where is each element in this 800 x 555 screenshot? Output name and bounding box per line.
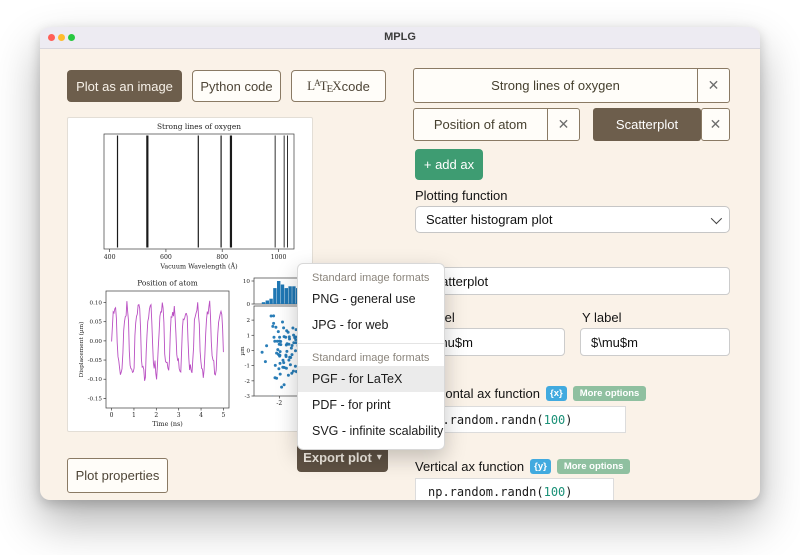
svg-text:0: 0 — [246, 302, 250, 308]
svg-text:-2: -2 — [245, 379, 251, 385]
menu-item-jpg[interactable]: JPG - for web — [298, 312, 444, 338]
svg-text:4: 4 — [199, 412, 203, 419]
x-variable-badge: {x} — [546, 386, 567, 401]
figure-preview: Strong lines of oxygen400 600 800 1000Vacuu… — [78, 122, 312, 428]
y-variable-badge: {y} — [530, 459, 551, 474]
ax-tab-position-label: Position of atom — [433, 117, 528, 132]
menu-divider — [298, 343, 444, 344]
ax-tab-scatterplot[interactable]: Scatterplot ✕ — [593, 108, 730, 141]
svg-text:800: 800 — [216, 254, 228, 261]
plotting-function-value: Scatter histogram plot — [426, 212, 553, 227]
add-ax-label: + add ax — [423, 157, 475, 172]
close-ax-position-button[interactable]: ✕ — [547, 109, 579, 140]
app-window: MPLG Plot as an image Python code LATEX … — [40, 27, 760, 500]
close-ax-strong-lines-button[interactable]: ✕ — [697, 69, 729, 102]
svg-text:µm: µm — [240, 346, 246, 356]
svg-text:3: 3 — [177, 412, 181, 419]
svg-text:0.00: 0.00 — [90, 339, 103, 345]
svg-text:1000: 1000 — [271, 254, 287, 261]
vertical-ax-function-row: Vertical ax function {y} More options — [415, 459, 631, 474]
svg-text:400: 400 — [104, 254, 116, 261]
y-label-value: $\mu$m — [591, 334, 638, 350]
svg-text:0.05: 0.05 — [90, 320, 103, 326]
window-title: MPLG — [384, 31, 416, 43]
svg-text:-2: -2 — [276, 400, 282, 407]
svg-text:600: 600 — [160, 254, 172, 261]
ax-title-input[interactable]: Scatterplot — [415, 267, 730, 295]
latex-code-suffix: code — [341, 78, 370, 94]
close-ax-scatterplot-button[interactable]: ✕ — [701, 108, 730, 141]
vertical-ax-function-input[interactable]: np.random.randn(100) — [415, 478, 614, 500]
menu-item-pdf[interactable]: PDF - for print — [298, 392, 444, 418]
plot-properties-label: Plot properties — [75, 468, 160, 483]
svg-text:-0.15: -0.15 — [88, 396, 103, 402]
titlebar: MPLG — [40, 27, 760, 49]
plotting-function-label: Plotting function — [415, 188, 508, 203]
horizontal-ax-function-row: Horizontal ax function {x} More options — [415, 386, 647, 401]
vertical-ax-function-label: Vertical ax function — [415, 459, 525, 474]
vertical-code: np.random.randn(100) — [428, 484, 573, 499]
python-code-button[interactable]: Python code — [192, 70, 281, 102]
svg-text:Displacement (µm): Displacement (µm) — [78, 322, 85, 378]
latex-code-button[interactable]: LATEX code — [291, 70, 386, 102]
plot-properties-button[interactable]: Plot properties — [67, 458, 168, 493]
svg-text:-0.05: -0.05 — [88, 358, 103, 364]
svg-text:Strong lines of oxygen: Strong lines of oxygen — [157, 122, 241, 131]
svg-text:5: 5 — [221, 412, 225, 419]
ax-tab-strong-lines-label: Strong lines of oxygen — [491, 78, 620, 93]
ax-tab-strong-lines[interactable]: Strong lines of oxygen ✕ — [413, 68, 730, 103]
latex-logo: LATEX — [307, 77, 342, 95]
svg-text:2: 2 — [154, 412, 158, 419]
export-menu: Standard image formats PNG - general use J… — [297, 263, 445, 450]
svg-text:1: 1 — [246, 333, 250, 339]
y-label-input[interactable]: $\mu$m — [580, 328, 730, 356]
close-icon: ✕ — [557, 116, 570, 132]
caret-down-icon: ▾ — [376, 452, 382, 463]
svg-text:2: 2 — [246, 318, 250, 324]
horizontal-ax-function-input[interactable]: np.random.randn(100) — [415, 406, 626, 433]
svg-text:Position of atom: Position of atom — [137, 279, 198, 288]
plot-as-image-label: Plot as an image — [76, 78, 173, 94]
svg-text:1: 1 — [132, 412, 136, 419]
menu-item-png[interactable]: PNG - general use — [298, 286, 444, 312]
svg-text:10: 10 — [243, 279, 251, 285]
menu-section-header: Standard image formats — [312, 352, 430, 364]
svg-text:-1: -1 — [245, 364, 250, 370]
figure-panel: Strong lines of oxygen 400 600 800 1000 Vacuu… — [67, 117, 313, 432]
horizontal-more-options-button[interactable]: More options — [572, 386, 647, 401]
ax-tab-position-of-atom[interactable]: Position of atom ✕ — [413, 108, 580, 141]
export-plot-label: Export plot — [303, 450, 372, 465]
svg-text:-3: -3 — [245, 394, 251, 400]
close-icon: ✕ — [707, 77, 720, 93]
menu-item-pgf[interactable]: PGF - for LaTeX — [298, 366, 444, 392]
svg-text:-0.10: -0.10 — [88, 377, 103, 383]
ax-tab-scatterplot-label: Scatterplot — [593, 108, 701, 141]
menu-section-header: Standard image formats — [312, 272, 430, 284]
svg-text:0: 0 — [110, 412, 114, 419]
svg-text:Vacuum Wavelength (Å): Vacuum Wavelength (Å) — [159, 262, 237, 271]
y-label-label: Y label — [582, 310, 622, 325]
chevron-down-icon — [710, 212, 723, 224]
svg-text:0: 0 — [246, 348, 250, 354]
plot-as-image-button[interactable]: Plot as an image — [67, 70, 182, 102]
add-ax-button[interactable]: + add ax — [415, 149, 483, 180]
plotting-function-select[interactable]: Scatter histogram plot — [415, 206, 730, 233]
svg-text:0.10: 0.10 — [90, 301, 103, 307]
menu-item-svg[interactable]: SVG - infinite scalability — [298, 418, 444, 444]
horizontal-code: np.random.randn(100) — [428, 412, 573, 427]
vertical-more-options-button[interactable]: More options — [556, 459, 631, 474]
svg-text:Time (ns): Time (ns) — [152, 420, 183, 428]
python-code-label: Python code — [200, 78, 273, 94]
close-icon: ✕ — [709, 116, 722, 132]
